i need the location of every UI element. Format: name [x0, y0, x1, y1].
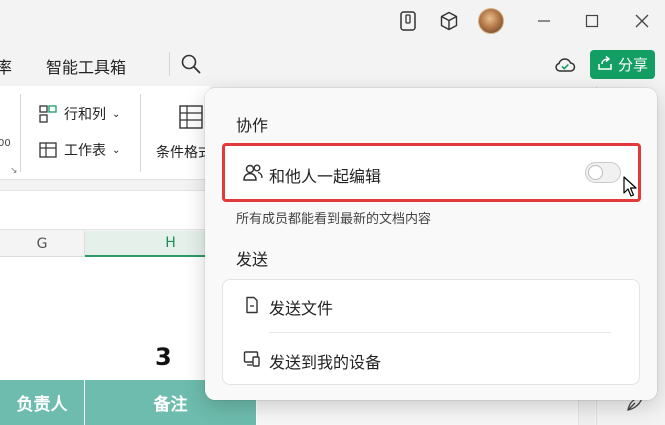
share-label: 分享: [617, 56, 648, 74]
send-file-label: 发送文件: [269, 299, 334, 318]
chevron-down-icon: ⌄: [112, 144, 121, 156]
share-button[interactable]: 分享: [590, 50, 655, 79]
share-icon: [597, 55, 613, 75]
search-icon[interactable]: [180, 53, 202, 75]
cloud-check-icon[interactable]: [554, 55, 576, 75]
menu-divider: [169, 52, 170, 76]
ribbon-divider: [140, 94, 141, 172]
collab-edit-row[interactable]: 和他人一起编辑: [222, 143, 641, 202]
conditional-format-label[interactable]: 条件格式: [156, 142, 212, 162]
conditional-format-icon[interactable]: [178, 104, 204, 130]
close-icon[interactable]: [631, 10, 653, 32]
minimize-icon[interactable]: [533, 10, 555, 32]
maximize-icon[interactable]: [581, 10, 603, 32]
send-section-title: 发送: [236, 250, 269, 269]
toggle-knob: [588, 165, 603, 180]
chevron-down-icon: ⌄: [112, 108, 121, 120]
mouse-cursor-icon: [622, 176, 638, 198]
send-to-device-row[interactable]: 发送到我的设备: [223, 334, 639, 386]
rows-cols-label: 行和列: [64, 107, 106, 123]
formula-bar[interactable]: [0, 190, 210, 230]
menu-item-partial[interactable]: 率: [0, 54, 12, 78]
collab-edit-toggle[interactable]: [585, 162, 621, 183]
collab-edit-label: 和他人一起编辑: [269, 167, 382, 186]
avatar[interactable]: [478, 8, 504, 34]
number-format-partial: 00: [0, 138, 11, 149]
table-header-owner[interactable]: 负责人: [0, 380, 85, 425]
tablet-icon[interactable]: [397, 10, 419, 32]
send-to-device-label: 发送到我的设备: [269, 353, 382, 372]
cube-icon[interactable]: [438, 10, 460, 32]
people-icon: [242, 162, 264, 184]
rows-cols-button[interactable]: 行和列 ⌄: [38, 104, 120, 124]
title-bar: [0, 0, 665, 44]
worksheet-icon: [38, 140, 58, 160]
ribbon-divider: [20, 94, 21, 172]
ribbon-toolbar: 00 ↘ 行和列 ⌄ 工作表 ⌄ 条件格式: [0, 86, 212, 180]
menu-item-smart-tools[interactable]: 智能工具箱: [46, 54, 126, 78]
file-icon: [243, 296, 261, 314]
device-icon: [243, 350, 261, 368]
ribbon-expand-icon[interactable]: ↘: [10, 166, 18, 176]
cell-value[interactable]: 3: [155, 343, 172, 371]
collab-section-title: 协作: [236, 116, 269, 135]
column-header-g[interactable]: G: [0, 231, 85, 257]
send-file-row[interactable]: 发送文件: [223, 280, 639, 332]
rows-cols-icon: [38, 104, 58, 124]
send-divider: [269, 332, 611, 333]
send-options-card: 发送文件 发送到我的设备: [222, 279, 640, 385]
worksheet-label: 工作表: [64, 143, 106, 159]
collab-hint: 所有成员都能看到最新的文档内容: [236, 212, 432, 227]
worksheet-button[interactable]: 工作表 ⌄: [38, 140, 120, 160]
